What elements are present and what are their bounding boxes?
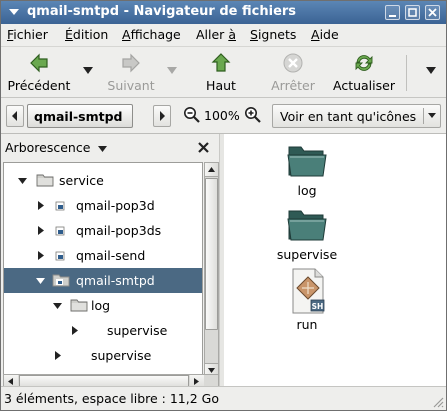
path-scroll-right-button[interactable] [153,105,171,127]
back-history-dropdown-icon[interactable] [83,67,93,75]
toolbar-separator [406,55,407,91]
expander-collapsed-icon[interactable] [70,326,79,335]
service-folder-icon [55,201,65,211]
reload-button[interactable]: Actualiser [329,47,399,97]
expander-collapsed-icon[interactable] [36,201,45,210]
forward-history-dropdown-icon[interactable] [167,67,177,75]
side-pane-selector[interactable]: Arborescence [5,140,90,155]
chevron-down-icon [428,113,436,118]
file-icon-view: log supervise SH run [224,134,446,386]
view-select-separator [423,108,424,124]
folder-icon [36,174,54,187]
menu-edit[interactable]: Édition [65,27,108,42]
minimize-icon [389,15,396,17]
tree-row-supervise[interactable]: supervise [4,343,202,368]
tree-vertical-scroll-thumb[interactable] [205,178,218,330]
toolbar-overflow-icon[interactable] [426,67,436,75]
side-pane: Arborescence service qmail-pop3d qmail-p… [1,134,219,389]
expander-collapsed-icon[interactable] [36,226,45,235]
status-text: 3 éléments, espace libre : 11,2 Go [4,391,219,406]
menu-bookmarks[interactable]: Signets [250,27,296,42]
menu-bar: Fichier Édition Affichage Aller à Signet… [1,24,446,46]
tree-row-log[interactable]: log [4,293,202,318]
zoom-out-icon[interactable] [183,106,201,124]
path-button-current[interactable]: qmail-smtpd [27,104,133,128]
chevron-left-icon [12,111,17,121]
expander-collapsed-icon[interactable] [36,251,45,260]
expander-expanded-icon[interactable] [53,301,62,310]
location-bar: qmail-smtpd 100% Voir en tant qu'icônes [1,98,446,134]
folder-icon [287,210,327,241]
tree-row-qmail-pop3d[interactable]: qmail-pop3d [4,193,202,218]
folder-icon [287,146,327,177]
menu-file[interactable]: Fichier [7,27,48,42]
file-item-log[interactable]: log [257,139,357,198]
shell-script-icon: SH [292,268,325,314]
forward-button[interactable]: Suivant [99,47,163,97]
menu-view[interactable]: Affichage [122,27,181,42]
window-title: qmail-smtpd - Navigateur de fichiers [27,4,297,19]
zoom-level[interactable]: 100% [204,108,240,123]
window-menu-icon[interactable] [7,5,21,19]
stop-button[interactable]: Arrêter [263,47,323,97]
service-folder-icon [52,274,70,287]
file-item-run[interactable]: SH run [257,267,357,332]
forward-arrow-icon [122,53,140,73]
side-pane-selector-dropdown-icon[interactable] [98,146,107,152]
scroll-up-icon [208,167,215,172]
maximize-icon [408,8,417,17]
view-mode-label: Voir en tant qu'icônes [280,109,417,124]
minimize-button[interactable] [385,5,400,20]
service-folder-icon [55,226,65,236]
reload-icon [355,55,373,71]
tree-row-service[interactable]: service [4,168,202,193]
close-window-button[interactable] [425,5,440,20]
toolbar: Précédent Suivant Haut Arrêter Actualise… [1,46,446,98]
up-button[interactable]: Haut [197,47,245,97]
shell-badge: SH [312,302,324,311]
maximize-button[interactable] [405,5,420,20]
path-scroll-left-button[interactable] [6,105,24,127]
up-arrow-icon [211,53,231,72]
file-item-supervise[interactable]: supervise [257,203,357,262]
tree-row-qmail-pop3ds[interactable]: qmail-pop3ds [4,218,202,243]
menu-help[interactable]: Aide [311,27,339,42]
file-browser-window: qmail-smtpd - Navigateur de fichiers Fic… [0,0,447,411]
tree-vertical-scrollbar[interactable] [204,162,219,378]
status-bar: 3 éléments, espace libre : 11,2 Go [1,386,446,410]
menu-go[interactable]: Aller à [196,27,236,42]
back-button[interactable]: Précédent [3,47,75,97]
zoom-in-icon[interactable] [244,106,262,124]
tree-row-qmail-send[interactable]: qmail-send [4,243,202,268]
title-bar: qmail-smtpd - Navigateur de fichiers [1,1,446,24]
back-arrow-icon [30,53,48,73]
tree-row-qmail-smtpd[interactable]: qmail-smtpd [4,268,202,293]
resize-grip-icon[interactable] [430,394,444,408]
chevron-right-icon [160,111,165,121]
scroll-up-button[interactable] [205,163,218,177]
expander-collapsed-icon[interactable] [53,351,62,360]
side-pane-header: Arborescence [1,134,219,162]
stop-icon [283,53,303,73]
expander-expanded-icon[interactable] [18,176,27,185]
expander-expanded-icon[interactable] [36,276,45,285]
folder-tree: service qmail-pop3d qmail-pop3ds qmail-s… [3,162,203,378]
service-folder-icon [55,251,65,261]
folder-icon [70,299,88,312]
close-icon [428,8,437,17]
tree-row-log-supervise[interactable]: supervise [4,318,202,343]
close-side-pane-icon[interactable] [197,141,210,154]
view-mode-select[interactable]: Voir en tant qu'icônes [272,104,441,128]
